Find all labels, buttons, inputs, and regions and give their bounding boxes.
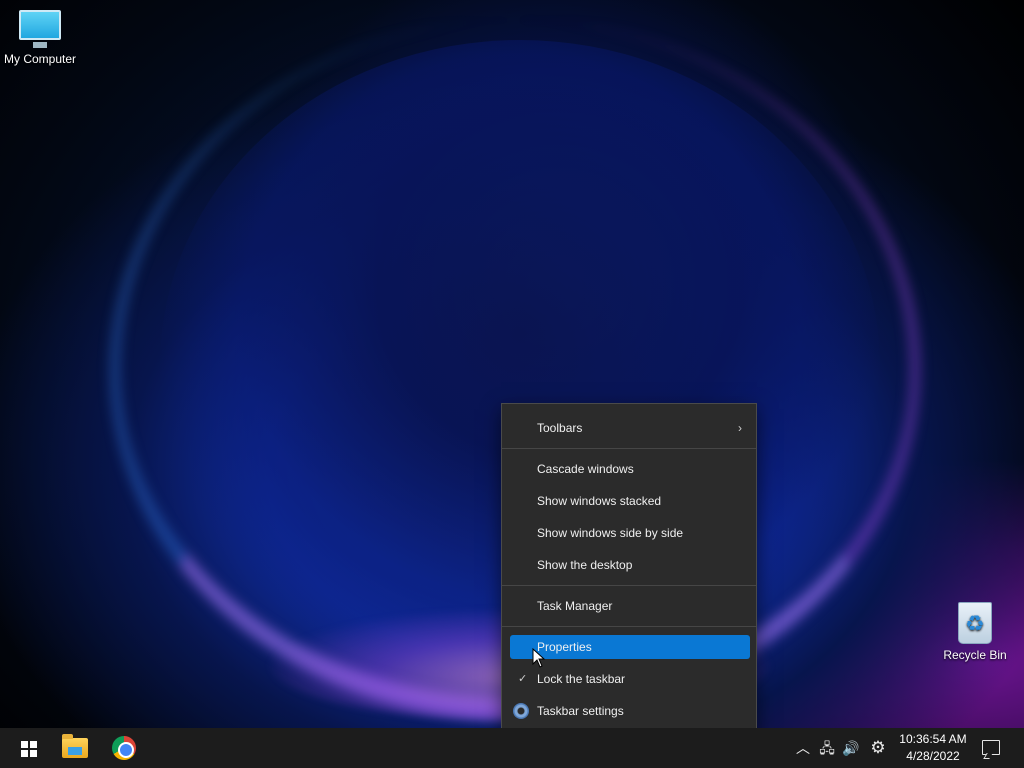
volume-tray-button[interactable]: 🔊 xyxy=(840,728,862,768)
clock-date: 4/28/2022 xyxy=(906,749,960,763)
menu-item-properties[interactable]: Properties xyxy=(510,635,750,659)
taskbar-context-menu: Toolbars › Cascade windows Show windows … xyxy=(501,403,757,736)
file-explorer-icon xyxy=(62,734,88,758)
taskbar-file-explorer-button[interactable] xyxy=(55,728,95,768)
menu-item-label: Lock the taskbar xyxy=(537,672,626,686)
menu-item-label: Cascade windows xyxy=(537,462,634,476)
network-icon: 🖧 xyxy=(819,740,835,756)
desktop-icon-recycle-bin[interactable]: Recycle Bin xyxy=(935,602,1015,662)
menu-item-show-windows-stacked[interactable]: Show windows stacked xyxy=(510,489,750,513)
chevron-up-icon: ︿ xyxy=(796,740,810,756)
menu-item-show-the-desktop[interactable]: Show the desktop xyxy=(510,553,750,577)
taskbar: ︿ 🖧 🔊 ⚙ 10:36:54 AM 4/28/2022 xyxy=(0,728,1024,768)
menu-separator xyxy=(502,626,756,627)
start-button[interactable] xyxy=(4,728,44,768)
menu-separator xyxy=(502,585,756,586)
monitor-icon xyxy=(19,10,61,48)
taskbar-clock[interactable]: 10:36:54 AM 4/28/2022 xyxy=(896,731,970,765)
mouse-cursor-icon xyxy=(532,648,546,668)
notification-center-icon[interactable] xyxy=(982,740,1000,755)
menu-item-task-manager[interactable]: Task Manager xyxy=(510,594,750,618)
windows-logo-icon xyxy=(21,741,37,757)
menu-item-label: Task Manager xyxy=(537,599,613,613)
checkmark-icon: ✓ xyxy=(518,673,528,685)
menu-item-label: Toolbars xyxy=(537,421,583,435)
menu-item-cascade-windows[interactable]: Cascade windows xyxy=(510,457,750,481)
menu-item-label: Show windows stacked xyxy=(537,494,662,508)
gear-icon: ⚙ xyxy=(870,738,886,757)
settings-gear-icon xyxy=(513,703,529,719)
settings-tray-button[interactable]: ⚙ xyxy=(866,728,890,768)
menu-item-toolbars[interactable]: Toolbars › xyxy=(510,416,750,440)
menu-item-label: Show windows side by side xyxy=(537,526,684,540)
recycle-bin-icon xyxy=(958,602,992,644)
chrome-icon xyxy=(112,736,136,760)
desktop-icon-label: My Computer xyxy=(3,52,77,66)
menu-item-show-windows-side-by-side[interactable]: Show windows side by side xyxy=(510,521,750,545)
desktop-icon-my-computer[interactable]: My Computer xyxy=(0,10,80,66)
network-tray-button[interactable]: 🖧 xyxy=(816,728,838,768)
desktop-icon-label: Recycle Bin xyxy=(943,648,1007,662)
clock-time: 10:36:54 AM xyxy=(899,732,967,746)
menu-item-taskbar-settings[interactable]: Taskbar settings xyxy=(510,699,750,723)
menu-item-lock-the-taskbar[interactable]: ✓ Lock the taskbar xyxy=(510,667,750,691)
show-hidden-icons-button[interactable]: ︿ xyxy=(792,728,814,768)
volume-icon: 🔊 xyxy=(842,740,860,756)
menu-item-label: Show the desktop xyxy=(537,558,633,572)
chevron-right-icon: › xyxy=(738,421,742,435)
menu-item-label: Taskbar settings xyxy=(537,704,624,718)
menu-separator xyxy=(502,448,756,449)
taskbar-chrome-button[interactable] xyxy=(104,728,144,768)
